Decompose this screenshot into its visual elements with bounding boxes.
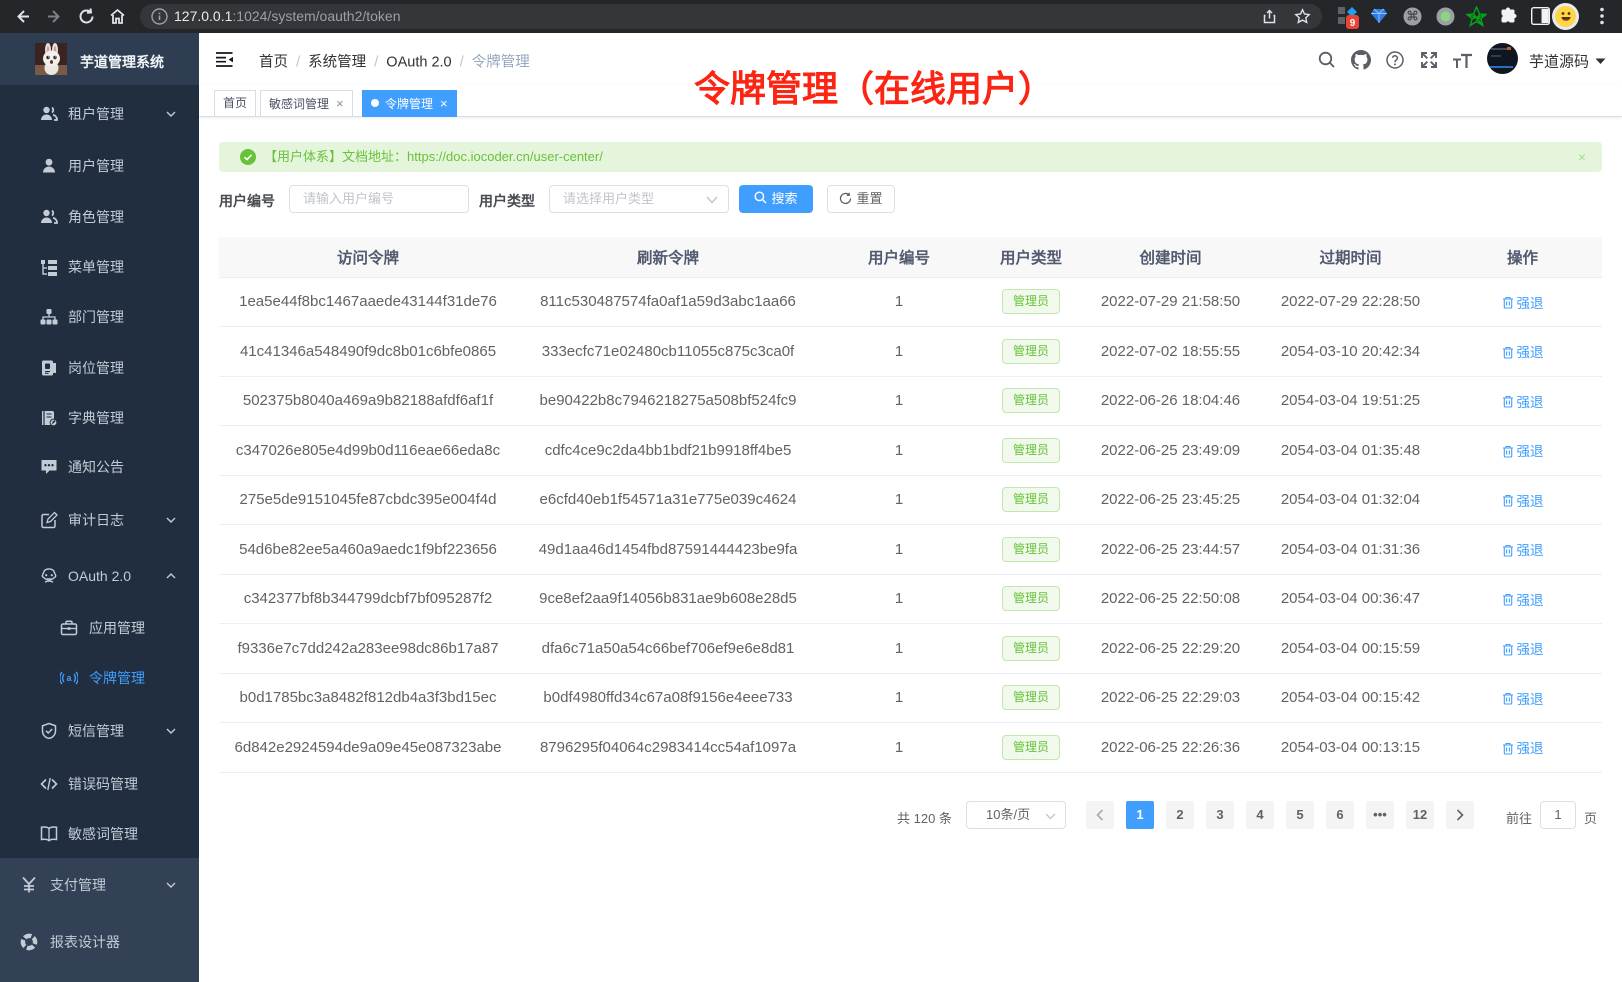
svg-text:9: 9: [1350, 18, 1356, 29]
svg-text:⌘: ⌘: [1406, 9, 1419, 24]
svg-text:a: a: [66, 673, 72, 683]
